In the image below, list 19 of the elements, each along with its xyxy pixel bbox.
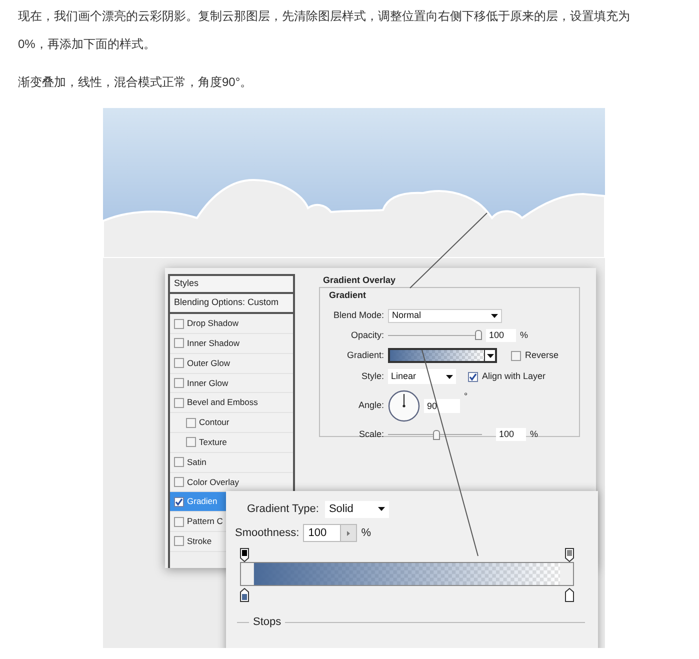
checkbox-label: Align with Layer xyxy=(482,370,546,383)
paragraph: 现在，我们画个漂亮的云彩阴影。复制云那图层，先清除图层样式，调整位置向右侧下移低于原来的层，设置填充为0%，再添加下面的样式。 xyxy=(18,8,631,53)
field-label: Gradient Type: xyxy=(247,502,319,517)
field-label: Style: xyxy=(360,370,384,383)
checkbox-label: Reverse xyxy=(525,348,559,362)
section-title: Gradient Overlay xyxy=(322,274,397,286)
field-label: Scale: xyxy=(358,428,384,441)
group-title: Stops xyxy=(253,615,282,630)
paragraph: 渐变叠加，线性，混合模式正常，角度90°。 xyxy=(18,74,254,91)
unit-label: % xyxy=(530,428,538,441)
unit-label: % xyxy=(361,526,371,541)
group-title: Gradient xyxy=(328,289,368,302)
field-label: Blend Mode: xyxy=(332,308,384,322)
field-label: Angle: xyxy=(357,399,384,412)
field-label: Gradient: xyxy=(346,348,384,362)
field-label: Smoothness: xyxy=(235,526,300,541)
unit-label: ° xyxy=(464,390,468,403)
field-label: Opacity: xyxy=(350,328,384,342)
unit-label: % xyxy=(520,328,528,342)
